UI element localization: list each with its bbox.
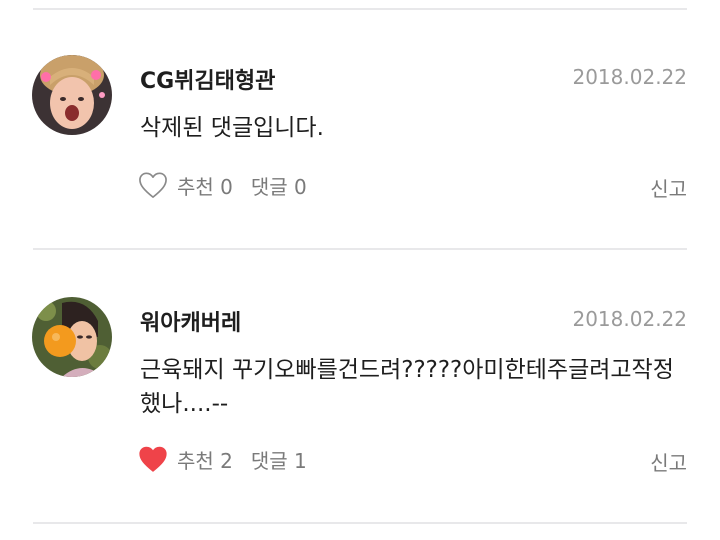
like-count[interactable]: 추천 0 xyxy=(177,171,233,200)
comment-list: CG뷔김태형관 2018.02.22 삭제된 댓글입니다. 추천 0 댓글 0 … xyxy=(0,0,720,540)
divider xyxy=(33,522,687,524)
user-avatar[interactable] xyxy=(32,297,112,377)
user-avatar[interactable] xyxy=(32,55,112,135)
divider xyxy=(33,248,687,250)
reply-count-link[interactable]: 댓글 1 xyxy=(251,445,307,474)
comment-username[interactable]: CG뷔김태형관 xyxy=(140,63,275,95)
comment-actions: 추천 2 댓글 1 xyxy=(138,444,307,474)
report-button[interactable]: 신고 xyxy=(650,173,687,202)
comment-username[interactable]: 워아캐버레 xyxy=(140,305,241,337)
avatar-photo xyxy=(32,297,112,377)
report-button[interactable]: 신고 xyxy=(650,447,687,476)
comment-date: 2018.02.22 xyxy=(572,65,687,89)
heart-filled-icon[interactable] xyxy=(138,445,168,473)
comment-body: 삭제된 댓글입니다. xyxy=(140,115,324,141)
like-count[interactable]: 추천 2 xyxy=(177,445,233,474)
comment-body: 근육돼지 꾸기오빠를건드려?????아미한테주글려고작정했나....-- xyxy=(140,357,674,417)
avatar-photo xyxy=(32,55,112,135)
heart-outline-icon[interactable] xyxy=(138,171,168,199)
comment-date: 2018.02.22 xyxy=(572,307,687,331)
divider xyxy=(33,8,687,10)
reply-count-link[interactable]: 댓글 0 xyxy=(251,171,307,200)
comment-actions: 추천 0 댓글 0 xyxy=(138,170,307,200)
